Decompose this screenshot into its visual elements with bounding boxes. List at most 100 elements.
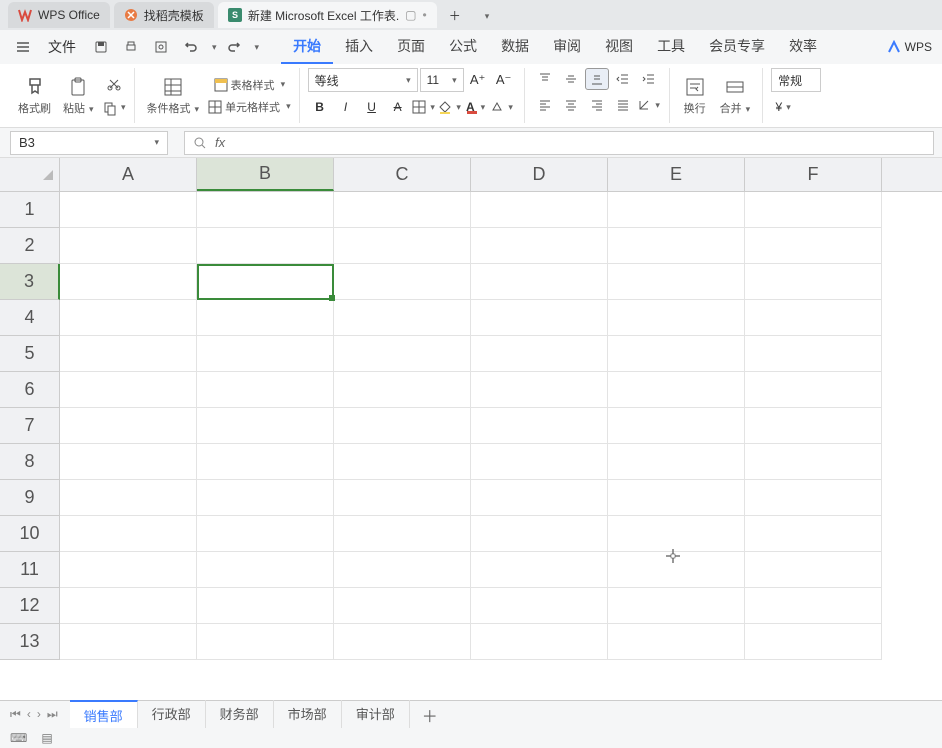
print-icon[interactable] <box>118 34 144 60</box>
menu-item-视图[interactable]: 视图 <box>593 30 645 64</box>
cell-A6[interactable] <box>60 372 197 408</box>
row-header-4[interactable]: 4 <box>0 300 60 336</box>
align-middle-icon[interactable] <box>559 68 583 90</box>
sheet-nav-first-icon[interactable]: ⏮ <box>10 707 21 722</box>
cell-C1[interactable] <box>334 192 471 228</box>
table-style-button[interactable]: 表格样式▾ <box>213 77 286 93</box>
font-name-select[interactable]: 等线▾ <box>308 68 418 92</box>
strikethrough-icon[interactable]: A <box>386 96 410 118</box>
col-header-E[interactable]: E <box>608 158 745 191</box>
merge-button[interactable]: 合并▾ <box>716 74 755 118</box>
cell-B2[interactable] <box>197 228 334 264</box>
cell-A10[interactable] <box>60 516 197 552</box>
row-header-13[interactable]: 13 <box>0 624 60 660</box>
align-left-icon[interactable] <box>533 94 557 116</box>
cell-F10[interactable] <box>745 516 882 552</box>
redo-dropdown[interactable]: ▾ <box>255 42 260 53</box>
paste-button[interactable]: 粘贴▾ <box>59 74 98 118</box>
cell-B8[interactable] <box>197 444 334 480</box>
cut-icon[interactable] <box>102 73 126 95</box>
cell-F7[interactable] <box>745 408 882 444</box>
cell-F1[interactable] <box>745 192 882 228</box>
cell-E3[interactable] <box>608 264 745 300</box>
tab-window-icon[interactable]: ▢ <box>405 8 416 22</box>
select-all-corner[interactable] <box>0 158 60 191</box>
menu-item-公式[interactable]: 公式 <box>437 30 489 64</box>
cell-E6[interactable] <box>608 372 745 408</box>
row-header-3[interactable]: 3 <box>0 264 60 300</box>
cell-C11[interactable] <box>334 552 471 588</box>
orientation-icon[interactable]: ▾ <box>637 94 661 116</box>
cell-C4[interactable] <box>334 300 471 336</box>
save-icon[interactable] <box>88 34 114 60</box>
sheet-tab-行政部[interactable]: 行政部 <box>138 700 206 729</box>
undo-dropdown[interactable]: ▾ <box>212 42 217 53</box>
search-icon[interactable] <box>193 136 207 150</box>
cell-A11[interactable] <box>60 552 197 588</box>
title-tab-document[interactable]: S 新建 Microsoft Excel 工作表. ▢ • <box>218 2 437 28</box>
cell-F8[interactable] <box>745 444 882 480</box>
add-sheet-button[interactable]: ＋ <box>412 699 448 731</box>
sheet-nav-last-icon[interactable]: ⏭ <box>47 707 58 722</box>
highlight-icon[interactable]: ▾ <box>490 96 514 118</box>
wrap-text-button[interactable]: 换行 <box>678 74 712 118</box>
cell-C6[interactable] <box>334 372 471 408</box>
cell-D12[interactable] <box>471 588 608 624</box>
cell-A4[interactable] <box>60 300 197 336</box>
align-top-icon[interactable] <box>533 68 557 90</box>
col-header-F[interactable]: F <box>745 158 882 191</box>
cell-A13[interactable] <box>60 624 197 660</box>
cell-E12[interactable] <box>608 588 745 624</box>
name-box[interactable]: B3 ▾ <box>10 131 168 155</box>
number-format-select[interactable]: 常规 <box>771 68 821 92</box>
cell-B1[interactable] <box>197 192 334 228</box>
row-header-8[interactable]: 8 <box>0 444 60 480</box>
cell-C2[interactable] <box>334 228 471 264</box>
cell-A2[interactable] <box>60 228 197 264</box>
cell-E8[interactable] <box>608 444 745 480</box>
status-icon-2[interactable]: ▤ <box>41 731 52 745</box>
menu-item-页面[interactable]: 页面 <box>385 30 437 64</box>
menu-item-工具[interactable]: 工具 <box>645 30 697 64</box>
cell-B7[interactable] <box>197 408 334 444</box>
row-header-1[interactable]: 1 <box>0 192 60 228</box>
cell-A3[interactable] <box>60 264 197 300</box>
cell-D8[interactable] <box>471 444 608 480</box>
cell-F5[interactable] <box>745 336 882 372</box>
cell-F13[interactable] <box>745 624 882 660</box>
title-tab-template[interactable]: 找稻壳模板 <box>114 2 214 28</box>
cell-C12[interactable] <box>334 588 471 624</box>
cell-F4[interactable] <box>745 300 882 336</box>
cell-E7[interactable] <box>608 408 745 444</box>
cell-C7[interactable] <box>334 408 471 444</box>
align-center-icon[interactable] <box>559 94 583 116</box>
file-menu[interactable]: 文件 <box>40 37 84 57</box>
cell-D4[interactable] <box>471 300 608 336</box>
cell-D6[interactable] <box>471 372 608 408</box>
cell-D11[interactable] <box>471 552 608 588</box>
cell-E11[interactable] <box>608 552 745 588</box>
cell-D3[interactable] <box>471 264 608 300</box>
font-size-select[interactable]: 11▾ <box>420 68 464 92</box>
sheet-tab-市场部[interactable]: 市场部 <box>274 700 342 729</box>
cell-F2[interactable] <box>745 228 882 264</box>
cell-B13[interactable] <box>197 624 334 660</box>
sheet-nav-prev-icon[interactable]: ‹ <box>27 707 31 722</box>
preview-icon[interactable] <box>148 34 174 60</box>
cell-D1[interactable] <box>471 192 608 228</box>
undo-icon[interactable] <box>178 34 204 60</box>
cell-F9[interactable] <box>745 480 882 516</box>
cell-A7[interactable] <box>60 408 197 444</box>
cell-A12[interactable] <box>60 588 197 624</box>
cell-A9[interactable] <box>60 480 197 516</box>
row-header-10[interactable]: 10 <box>0 516 60 552</box>
increase-indent-icon[interactable] <box>637 68 661 90</box>
menu-item-会员专享[interactable]: 会员专享 <box>697 30 777 64</box>
cell-B11[interactable] <box>197 552 334 588</box>
sheet-tab-审计部[interactable]: 审计部 <box>342 700 410 729</box>
col-header-D[interactable]: D <box>471 158 608 191</box>
bold-icon[interactable]: B <box>308 96 332 118</box>
menu-hamburger-icon[interactable] <box>10 34 36 60</box>
formula-input[interactable]: fx <box>184 131 934 155</box>
tab-dropdown-button[interactable]: ▾ <box>473 4 498 26</box>
